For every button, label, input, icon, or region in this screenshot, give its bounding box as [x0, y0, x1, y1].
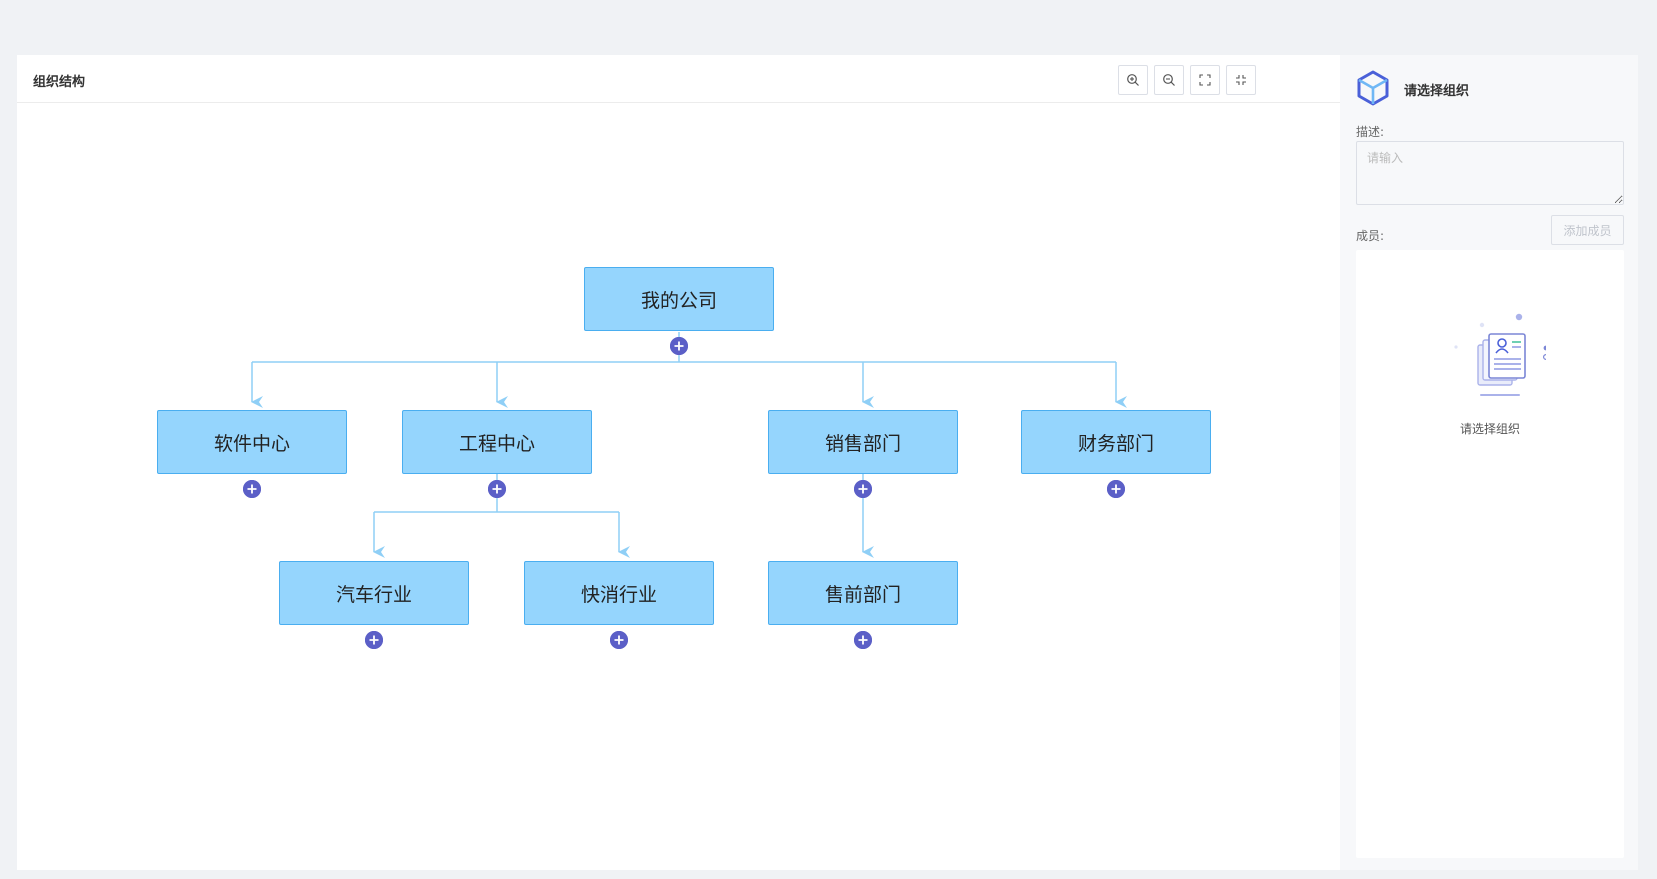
add-member-button[interactable]: 添加成员: [1551, 215, 1624, 245]
zoom-in-button[interactable]: [1118, 65, 1148, 95]
org-node-sales[interactable]: 销售部门: [768, 410, 958, 474]
expand-button[interactable]: [1190, 65, 1220, 95]
add-child-button[interactable]: [365, 631, 383, 649]
add-child-button[interactable]: [854, 480, 872, 498]
plus-circle-icon: [1107, 480, 1125, 498]
plus-circle-icon: [243, 480, 261, 498]
plus-circle-icon: [854, 631, 872, 649]
plus-circle-icon: [670, 337, 688, 355]
panel-header: 组织结构: [17, 55, 1340, 103]
org-node-fmcg[interactable]: 快消行业: [524, 561, 714, 625]
org-node-finance[interactable]: 财务部门: [1021, 410, 1211, 474]
zoom-out-icon: [1163, 74, 1175, 86]
org-node-presales[interactable]: 售前部门: [768, 561, 958, 625]
description-label: 描述:: [1356, 125, 1385, 139]
plus-circle-icon: [365, 631, 383, 649]
zoom-out-button[interactable]: [1154, 65, 1184, 95]
org-detail-panel: 请选择组织 描述: 成员: 添加成员: [1340, 55, 1638, 870]
selected-org-title: 请选择组织: [1404, 84, 1470, 99]
collapse-button[interactable]: [1226, 65, 1256, 95]
org-chart-canvas[interactable]: 我的公司 软件中心 工程中心 销售部门 财务部门 汽车行业 快消行业 售前部门: [17, 103, 1340, 870]
add-child-button[interactable]: [488, 480, 506, 498]
plus-circle-icon: [610, 631, 628, 649]
expand-icon: [1199, 74, 1211, 86]
members-label: 成员:: [1356, 229, 1385, 243]
plus-circle-icon: [488, 480, 506, 498]
org-node-software[interactable]: 软件中心: [157, 410, 347, 474]
document-list-icon: [1454, 313, 1546, 396]
add-child-button[interactable]: [670, 337, 688, 355]
add-child-button[interactable]: [610, 631, 628, 649]
app-frame: 组织结构 我的公司 软件中心 工程中心 销售部门 财务部门 汽车行业 快消行业 …: [0, 0, 1657, 879]
org-node-engineering[interactable]: 工程中心: [402, 410, 592, 474]
members-list: 请选择组织: [1356, 250, 1624, 858]
cube-icon: [1357, 70, 1389, 106]
description-input[interactable]: [1356, 141, 1624, 205]
add-child-button[interactable]: [1107, 480, 1125, 498]
add-child-button[interactable]: [243, 480, 261, 498]
org-node-root[interactable]: 我的公司: [584, 267, 774, 331]
plus-circle-icon: [854, 480, 872, 498]
zoom-in-icon: [1127, 74, 1139, 86]
collapse-icon: [1236, 75, 1246, 85]
add-child-button[interactable]: [854, 631, 872, 649]
empty-state-text: 请选择组织: [1459, 422, 1520, 436]
org-links: [251, 332, 1127, 558]
org-node-automotive[interactable]: 汽车行业: [279, 561, 469, 625]
org-chart-panel: 组织结构 我的公司 软件中心 工程中心 销售部门 财务部门 汽车行业 快消行业 …: [17, 55, 1340, 870]
panel-title: 组织结构: [33, 75, 86, 90]
